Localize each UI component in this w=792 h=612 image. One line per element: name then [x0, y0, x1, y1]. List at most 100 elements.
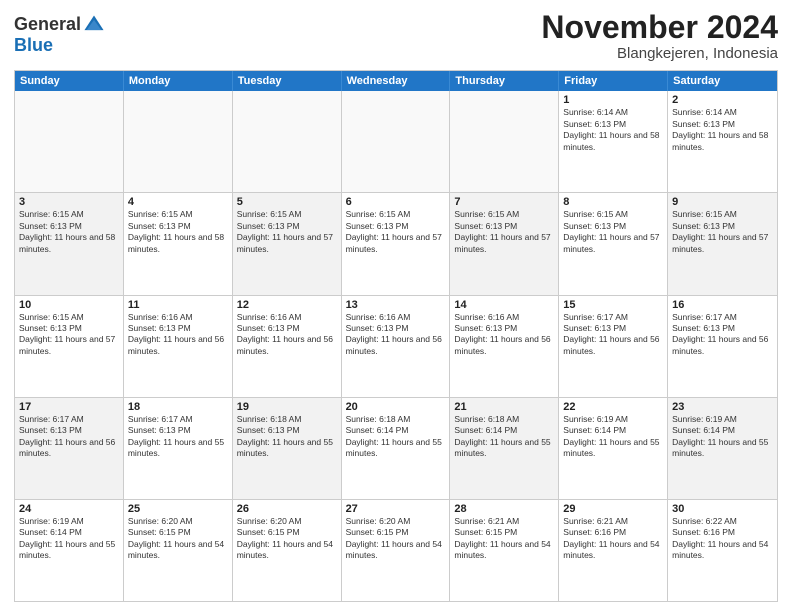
day-info: Sunrise: 6:15 AM Sunset: 6:13 PM Dayligh…: [346, 209, 446, 255]
cal-cell-r3-c0: 17Sunrise: 6:17 AM Sunset: 6:13 PM Dayli…: [15, 398, 124, 499]
header-sunday: Sunday: [15, 71, 124, 91]
cal-cell-r1-c6: 9Sunrise: 6:15 AM Sunset: 6:13 PM Daylig…: [668, 193, 777, 294]
cal-cell-r3-c1: 18Sunrise: 6:17 AM Sunset: 6:13 PM Dayli…: [124, 398, 233, 499]
day-number: 2: [672, 94, 773, 106]
day-info: Sunrise: 6:15 AM Sunset: 6:13 PM Dayligh…: [237, 209, 337, 255]
day-number: 26: [237, 503, 337, 515]
header-wednesday: Wednesday: [342, 71, 451, 91]
day-info: Sunrise: 6:21 AM Sunset: 6:16 PM Dayligh…: [563, 516, 663, 562]
page: General Blue November 2024 Blangkejeren,…: [0, 0, 792, 612]
day-number: 13: [346, 299, 446, 311]
header-friday: Friday: [559, 71, 668, 91]
day-info: Sunrise: 6:21 AM Sunset: 6:15 PM Dayligh…: [454, 516, 554, 562]
cal-cell-r3-c4: 21Sunrise: 6:18 AM Sunset: 6:14 PM Dayli…: [450, 398, 559, 499]
cal-cell-r2-c3: 13Sunrise: 6:16 AM Sunset: 6:13 PM Dayli…: [342, 296, 451, 397]
day-info: Sunrise: 6:18 AM Sunset: 6:14 PM Dayligh…: [454, 414, 554, 460]
calendar-body: 1Sunrise: 6:14 AM Sunset: 6:13 PM Daylig…: [15, 91, 777, 601]
calendar-header: Sunday Monday Tuesday Wednesday Thursday…: [15, 71, 777, 91]
location: Blangkejeren, Indonesia: [541, 45, 778, 62]
day-info: Sunrise: 6:14 AM Sunset: 6:13 PM Dayligh…: [563, 107, 663, 153]
cal-cell-r3-c5: 22Sunrise: 6:19 AM Sunset: 6:14 PM Dayli…: [559, 398, 668, 499]
cal-row-0: 1Sunrise: 6:14 AM Sunset: 6:13 PM Daylig…: [15, 91, 777, 192]
day-info: Sunrise: 6:20 AM Sunset: 6:15 PM Dayligh…: [237, 516, 337, 562]
day-number: 10: [19, 299, 119, 311]
day-number: 8: [563, 196, 663, 208]
cal-cell-r0-c2: [233, 91, 342, 192]
logo-general: General: [14, 15, 81, 35]
day-info: Sunrise: 6:16 AM Sunset: 6:13 PM Dayligh…: [346, 312, 446, 358]
cal-cell-r3-c6: 23Sunrise: 6:19 AM Sunset: 6:14 PM Dayli…: [668, 398, 777, 499]
day-info: Sunrise: 6:17 AM Sunset: 6:13 PM Dayligh…: [128, 414, 228, 460]
day-info: Sunrise: 6:22 AM Sunset: 6:16 PM Dayligh…: [672, 516, 773, 562]
cal-cell-r1-c3: 6Sunrise: 6:15 AM Sunset: 6:13 PM Daylig…: [342, 193, 451, 294]
cal-cell-r2-c0: 10Sunrise: 6:15 AM Sunset: 6:13 PM Dayli…: [15, 296, 124, 397]
day-number: 24: [19, 503, 119, 515]
day-number: 18: [128, 401, 228, 413]
day-info: Sunrise: 6:15 AM Sunset: 6:13 PM Dayligh…: [454, 209, 554, 255]
cal-cell-r1-c4: 7Sunrise: 6:15 AM Sunset: 6:13 PM Daylig…: [450, 193, 559, 294]
day-info: Sunrise: 6:19 AM Sunset: 6:14 PM Dayligh…: [672, 414, 773, 460]
header-thursday: Thursday: [450, 71, 559, 91]
day-number: 3: [19, 196, 119, 208]
cal-cell-r2-c1: 11Sunrise: 6:16 AM Sunset: 6:13 PM Dayli…: [124, 296, 233, 397]
day-info: Sunrise: 6:15 AM Sunset: 6:13 PM Dayligh…: [128, 209, 228, 255]
day-number: 15: [563, 299, 663, 311]
day-info: Sunrise: 6:17 AM Sunset: 6:13 PM Dayligh…: [672, 312, 773, 358]
day-info: Sunrise: 6:18 AM Sunset: 6:13 PM Dayligh…: [237, 414, 337, 460]
day-number: 22: [563, 401, 663, 413]
day-info: Sunrise: 6:17 AM Sunset: 6:13 PM Dayligh…: [563, 312, 663, 358]
day-info: Sunrise: 6:16 AM Sunset: 6:13 PM Dayligh…: [237, 312, 337, 358]
logo-blue: Blue: [14, 36, 105, 56]
day-number: 20: [346, 401, 446, 413]
day-number: 29: [563, 503, 663, 515]
day-number: 9: [672, 196, 773, 208]
cal-row-4: 24Sunrise: 6:19 AM Sunset: 6:14 PM Dayli…: [15, 499, 777, 601]
day-info: Sunrise: 6:19 AM Sunset: 6:14 PM Dayligh…: [19, 516, 119, 562]
cal-cell-r0-c4: [450, 91, 559, 192]
day-number: 30: [672, 503, 773, 515]
header-monday: Monday: [124, 71, 233, 91]
cal-cell-r4-c2: 26Sunrise: 6:20 AM Sunset: 6:15 PM Dayli…: [233, 500, 342, 601]
cal-cell-r2-c5: 15Sunrise: 6:17 AM Sunset: 6:13 PM Dayli…: [559, 296, 668, 397]
day-number: 19: [237, 401, 337, 413]
day-number: 5: [237, 196, 337, 208]
cal-cell-r4-c0: 24Sunrise: 6:19 AM Sunset: 6:14 PM Dayli…: [15, 500, 124, 601]
day-info: Sunrise: 6:19 AM Sunset: 6:14 PM Dayligh…: [563, 414, 663, 460]
day-info: Sunrise: 6:15 AM Sunset: 6:13 PM Dayligh…: [563, 209, 663, 255]
cal-cell-r1-c2: 5Sunrise: 6:15 AM Sunset: 6:13 PM Daylig…: [233, 193, 342, 294]
day-number: 7: [454, 196, 554, 208]
day-info: Sunrise: 6:15 AM Sunset: 6:13 PM Dayligh…: [19, 209, 119, 255]
header-saturday: Saturday: [668, 71, 777, 91]
cal-cell-r1-c0: 3Sunrise: 6:15 AM Sunset: 6:13 PM Daylig…: [15, 193, 124, 294]
cal-row-3: 17Sunrise: 6:17 AM Sunset: 6:13 PM Dayli…: [15, 397, 777, 499]
cal-cell-r4-c3: 27Sunrise: 6:20 AM Sunset: 6:15 PM Dayli…: [342, 500, 451, 601]
logo-icon: [83, 14, 105, 36]
cal-cell-r0-c1: [124, 91, 233, 192]
cal-cell-r3-c3: 20Sunrise: 6:18 AM Sunset: 6:14 PM Dayli…: [342, 398, 451, 499]
cal-cell-r4-c6: 30Sunrise: 6:22 AM Sunset: 6:16 PM Dayli…: [668, 500, 777, 601]
title-block: November 2024 Blangkejeren, Indonesia: [541, 10, 778, 62]
cal-cell-r4-c4: 28Sunrise: 6:21 AM Sunset: 6:15 PM Dayli…: [450, 500, 559, 601]
day-number: 4: [128, 196, 228, 208]
day-number: 11: [128, 299, 228, 311]
cal-row-1: 3Sunrise: 6:15 AM Sunset: 6:13 PM Daylig…: [15, 192, 777, 294]
day-number: 21: [454, 401, 554, 413]
day-number: 6: [346, 196, 446, 208]
day-number: 27: [346, 503, 446, 515]
day-info: Sunrise: 6:20 AM Sunset: 6:15 PM Dayligh…: [346, 516, 446, 562]
cal-cell-r4-c1: 25Sunrise: 6:20 AM Sunset: 6:15 PM Dayli…: [124, 500, 233, 601]
cal-cell-r0-c6: 2Sunrise: 6:14 AM Sunset: 6:13 PM Daylig…: [668, 91, 777, 192]
day-info: Sunrise: 6:14 AM Sunset: 6:13 PM Dayligh…: [672, 107, 773, 153]
cal-cell-r1-c1: 4Sunrise: 6:15 AM Sunset: 6:13 PM Daylig…: [124, 193, 233, 294]
cal-cell-r4-c5: 29Sunrise: 6:21 AM Sunset: 6:16 PM Dayli…: [559, 500, 668, 601]
day-number: 28: [454, 503, 554, 515]
cal-cell-r2-c2: 12Sunrise: 6:16 AM Sunset: 6:13 PM Dayli…: [233, 296, 342, 397]
cal-cell-r1-c5: 8Sunrise: 6:15 AM Sunset: 6:13 PM Daylig…: [559, 193, 668, 294]
cal-cell-r2-c4: 14Sunrise: 6:16 AM Sunset: 6:13 PM Dayli…: [450, 296, 559, 397]
cal-cell-r3-c2: 19Sunrise: 6:18 AM Sunset: 6:13 PM Dayli…: [233, 398, 342, 499]
day-number: 12: [237, 299, 337, 311]
cal-cell-r0-c0: [15, 91, 124, 192]
cal-cell-r2-c6: 16Sunrise: 6:17 AM Sunset: 6:13 PM Dayli…: [668, 296, 777, 397]
day-info: Sunrise: 6:16 AM Sunset: 6:13 PM Dayligh…: [128, 312, 228, 358]
cal-cell-r0-c5: 1Sunrise: 6:14 AM Sunset: 6:13 PM Daylig…: [559, 91, 668, 192]
